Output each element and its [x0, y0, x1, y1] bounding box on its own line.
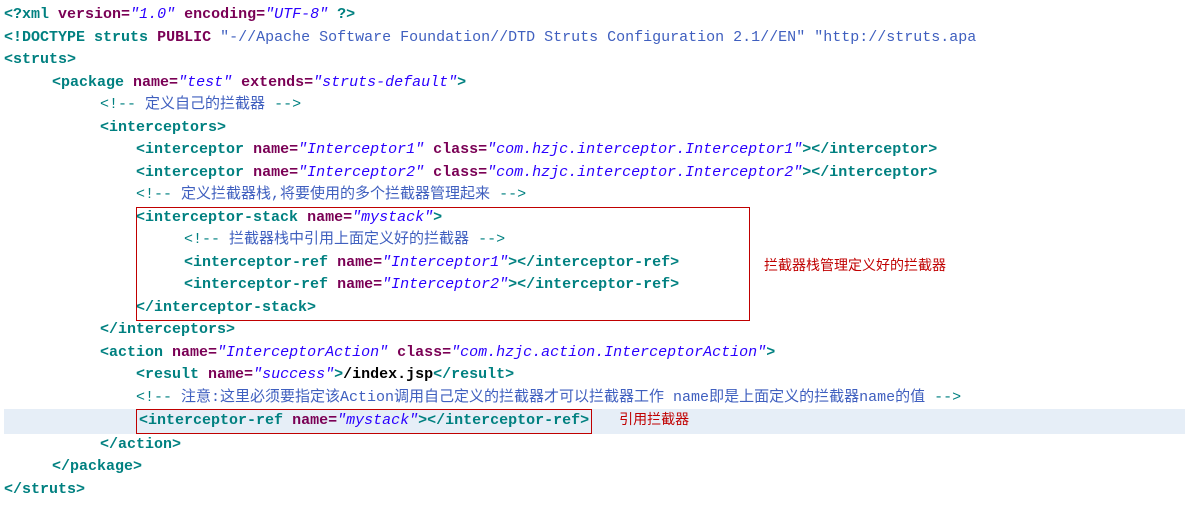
interceptor-ref1: <interceptor-ref name="Interceptor1"></i… — [4, 252, 1185, 275]
xml-decl-line: <?xml version="1.0" encoding="UTF-8" ?> — [4, 4, 1185, 27]
struts-close: </struts> — [4, 479, 1185, 502]
comment-note: <!-- 注意:这里必须要指定该Action调用自己定义的拦截器才可以拦截器工作… — [4, 387, 1185, 410]
interceptor-ref2: <interceptor-ref name="Interceptor2"></i… — [4, 274, 1185, 297]
red-box-2: <interceptor-ref name="mystack"></interc… — [136, 409, 592, 434]
comment-define-interceptor: <!-- 定义自己的拦截器 --> — [4, 94, 1185, 117]
result-line: <result name="success">/index.jsp</resul… — [4, 364, 1185, 387]
interceptor-stack-box: 拦截器栈管理定义好的拦截器 <interceptor-stack name="m… — [4, 207, 1185, 320]
annotation-stack: 拦截器栈管理定义好的拦截器 — [764, 255, 946, 276]
annotation-ref: 引用拦截器 — [619, 413, 689, 428]
interceptor2: <interceptor name="Interceptor2" class="… — [4, 162, 1185, 185]
action-open: <action name="InterceptorAction" class="… — [4, 342, 1185, 365]
struts-open: <struts> — [4, 49, 1185, 72]
package-open: <package name="test" extends="struts-def… — [4, 72, 1185, 95]
doctype-line: <!DOCTYPE struts PUBLIC "-//Apache Softw… — [4, 27, 1185, 50]
interceptors-close: </interceptors> — [4, 319, 1185, 342]
interceptor-stack-close: </interceptor-stack> — [4, 297, 1185, 320]
interceptor-stack-open: <interceptor-stack name="mystack"> — [4, 207, 1185, 230]
comment-ref: <!-- 拦截器栈中引用上面定义好的拦截器 --> — [4, 229, 1185, 252]
interceptor1: <interceptor name="Interceptor1" class="… — [4, 139, 1185, 162]
comment-stack: <!-- 定义拦截器栈,将要使用的多个拦截器管理起来 --> — [4, 184, 1185, 207]
code-viewer: <?xml version="1.0" encoding="UTF-8" ?> … — [4, 4, 1185, 501]
interceptor-ref-mystack: <interceptor-ref name="mystack"></interc… — [4, 409, 1185, 434]
action-close: </action> — [4, 434, 1185, 457]
package-close: </package> — [4, 456, 1185, 479]
interceptors-open: <interceptors> — [4, 117, 1185, 140]
